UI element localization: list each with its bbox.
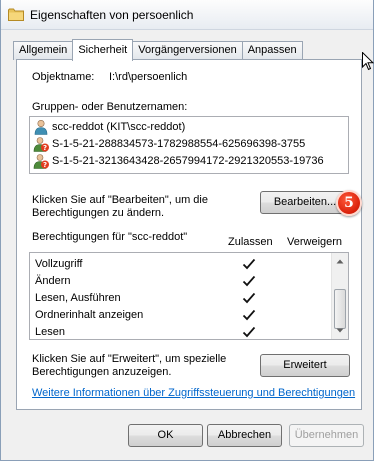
user-icon	[34, 119, 48, 135]
permission-row: Vollzugriff	[35, 258, 83, 270]
unknown-user-icon: ?	[33, 137, 49, 152]
ok-button[interactable]: OK	[128, 424, 203, 447]
advanced-hint-line1: Klicken Sie auf "Erweitert", um speziell…	[32, 353, 227, 365]
permission-name: Lesen	[35, 326, 65, 338]
title-bar[interactable]: Eigenschaften von persoenlich	[1, 0, 373, 30]
scroll-up-icon[interactable]	[332, 253, 348, 270]
access-control-info-link[interactable]: Weitere Informationen über Zugriffssteue…	[32, 387, 355, 399]
permission-row: Lesen, Ausführen	[35, 292, 121, 304]
cancel-button[interactable]: Abbrechen	[207, 424, 282, 447]
column-deny: Verweigern	[287, 236, 343, 248]
user-list-item[interactable]: ? S-1-5-21-288834573-1782988554-62569639…	[33, 136, 305, 152]
permission-row: Ordnerinhalt anzeigen	[35, 309, 143, 321]
tab-sicherheit[interactable]: Sicherheit	[72, 39, 134, 61]
object-name-label: Objektname:	[32, 71, 95, 83]
svg-text:?: ?	[43, 144, 47, 152]
tab-allgemein[interactable]: Allgemein	[13, 41, 74, 60]
permission-name: Lesen, Ausführen	[35, 292, 121, 304]
mouse-cursor-icon	[362, 52, 374, 71]
user-list-item[interactable]: scc-reddot (KIT\scc-reddot)	[33, 119, 185, 135]
unknown-user-icon: ?	[33, 154, 49, 169]
tab-anpassen[interactable]: Anpassen	[241, 41, 303, 60]
checkmark-icon	[242, 275, 256, 287]
window-title: Eigenschaften von persoenlich	[30, 8, 194, 22]
checkmark-icon	[242, 292, 256, 304]
properties-dialog: Eigenschaften von persoenlich Allgemein …	[0, 0, 374, 461]
advanced-button[interactable]: Erweitert	[260, 354, 350, 377]
permission-row: Lesen	[35, 326, 65, 338]
checkmark-icon	[242, 258, 256, 270]
tab-strip: Allgemein Sicherheit Vorgängerversionen …	[13, 39, 303, 61]
security-panel: Objektname: I:\rd\persoenlich Gruppen- o…	[16, 59, 362, 410]
user-name: S-1-5-21-3213643428-2657994172-292132055…	[52, 155, 324, 167]
user-name: S-1-5-21-288834573-1782988554-625696398-…	[52, 138, 306, 150]
svg-text:?: ?	[43, 161, 47, 169]
permission-name: Ändern	[35, 275, 71, 287]
edit-hint-line1: Klicken Sie auf "Bearbeiten", um die	[32, 194, 208, 206]
permission-name: Vollzugriff	[35, 258, 83, 270]
object-name-value: I:\rd\persoenlich	[109, 71, 188, 83]
apply-button[interactable]: Übernehmen	[289, 424, 364, 447]
groups-label: Gruppen- oder Benutzernamen:	[32, 101, 188, 113]
user-list[interactable]: scc-reddot (KIT\scc-reddot) ? S-1-5-21-2…	[29, 116, 349, 174]
edit-hint-line2: Berechtigungen zu ändern.	[32, 207, 165, 219]
user-name: scc-reddot (KIT\scc-reddot)	[52, 121, 186, 133]
permission-row: Ändern	[35, 275, 70, 287]
checkmark-icon	[242, 326, 256, 338]
tab-vorgaengerversionen[interactable]: Vorgängerversionen	[132, 41, 243, 60]
step-badge: 5	[336, 190, 362, 216]
permission-name: Ordnerinhalt anzeigen	[35, 309, 144, 321]
checkmark-icon	[242, 309, 256, 321]
advanced-hint-line2: Berechtigungen anzuzeigen.	[32, 366, 172, 378]
column-allow: Zulassen	[228, 236, 273, 248]
permissions-scrollbar[interactable]	[331, 253, 348, 339]
permissions-label: Berechtigungen für "scc-reddot"	[32, 231, 188, 243]
permissions-list[interactable]: Vollzugriff Ändern Lesen, Ausführen Ordn…	[29, 252, 349, 340]
scroll-down-icon[interactable]	[332, 322, 348, 339]
user-list-item[interactable]: ? S-1-5-21-3213643428-2657994172-2921320…	[33, 153, 324, 169]
folder-icon	[8, 8, 24, 21]
